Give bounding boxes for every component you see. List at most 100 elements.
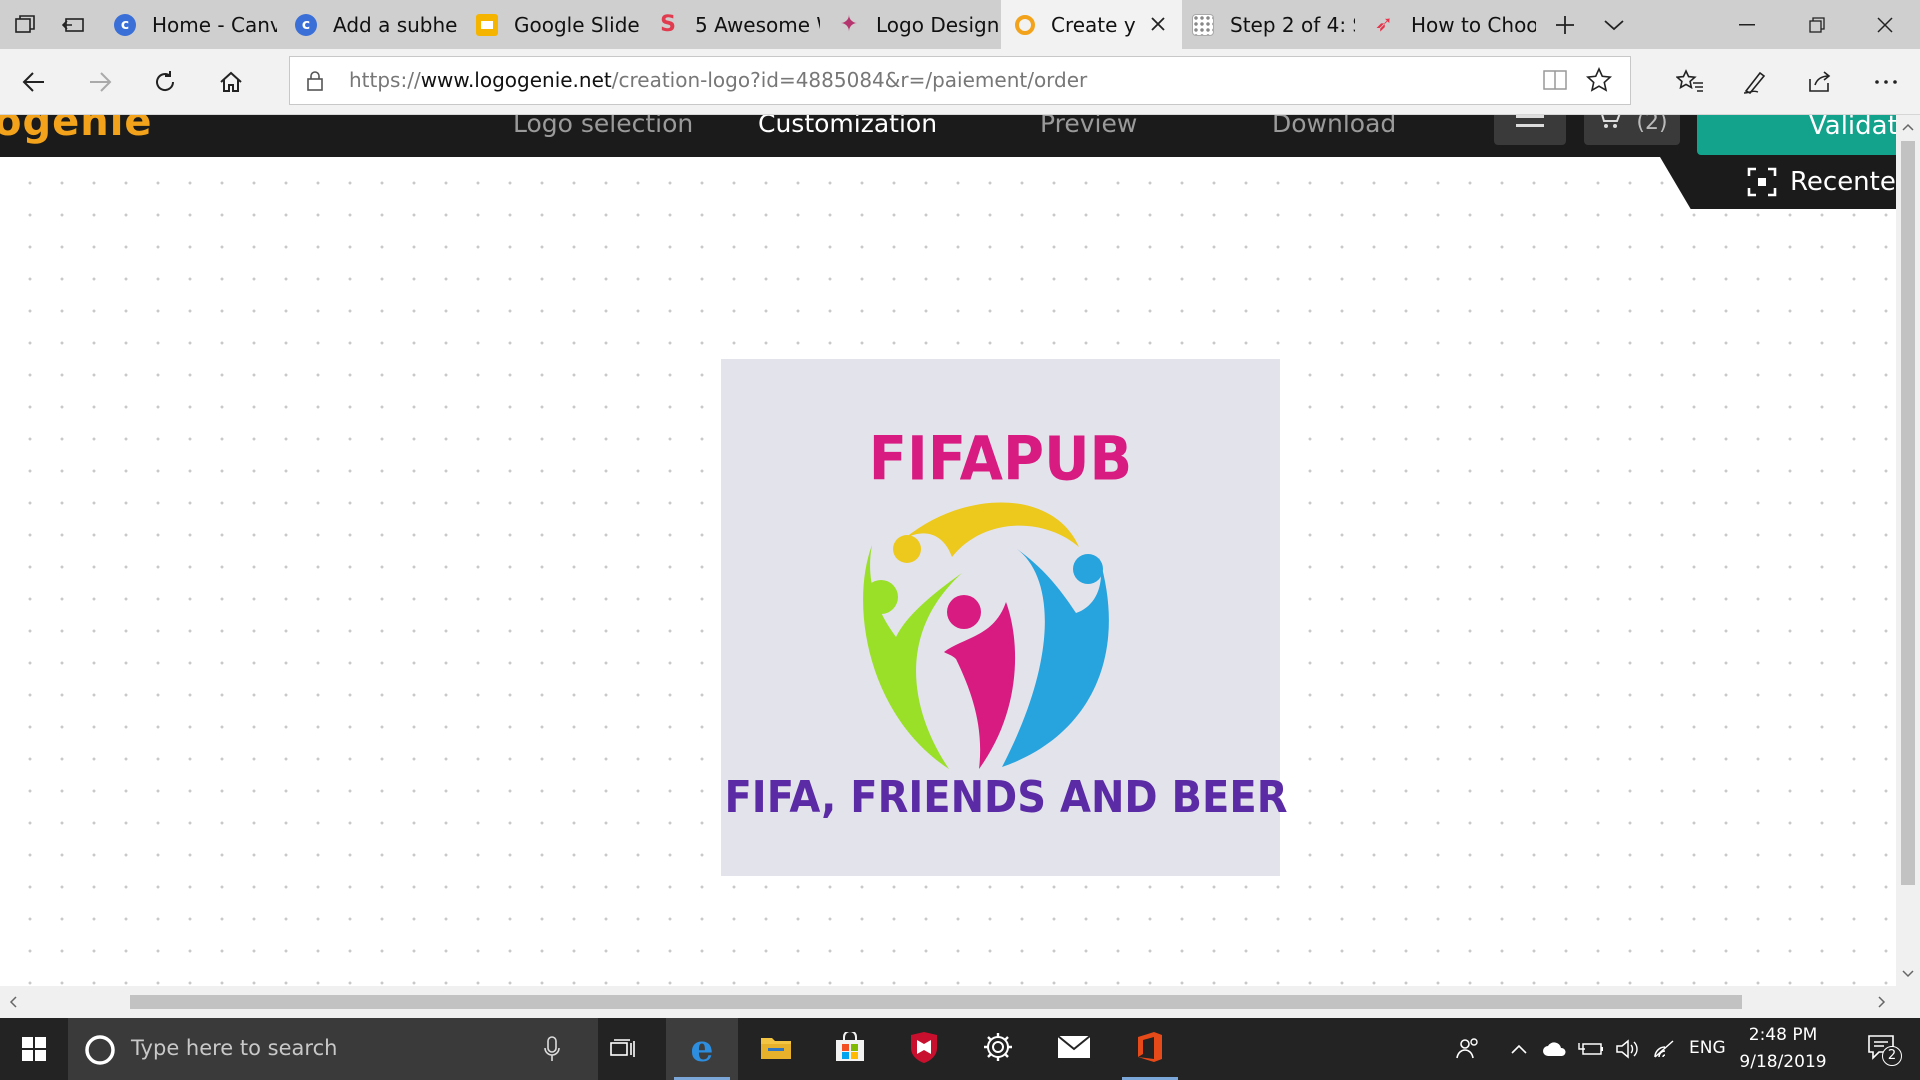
action-center-button[interactable]: 2	[1858, 1018, 1908, 1080]
magenta-figure-head	[947, 595, 981, 629]
back-icon[interactable]	[10, 58, 58, 106]
recenter-button[interactable]: Recenter	[1660, 157, 1896, 209]
tab-preview-chevron-icon[interactable]	[1595, 0, 1632, 49]
more-menu-icon[interactable]	[1862, 58, 1910, 106]
step-download[interactable]: Download	[1272, 115, 1396, 138]
cortana-icon	[84, 1034, 116, 1070]
tab-create-logo[interactable]: Create your logo	[1001, 0, 1182, 49]
settings-taskbar-button[interactable]	[962, 1018, 1034, 1080]
gear-icon	[982, 1031, 1014, 1067]
home-icon[interactable]	[207, 58, 255, 106]
office-taskbar-button[interactable]	[1114, 1018, 1186, 1080]
refresh-icon[interactable]	[141, 58, 189, 106]
tab-title: Create your logo	[1051, 12, 1136, 37]
horizontal-scrollbar[interactable]	[0, 986, 1920, 1018]
logo-canvas[interactable]: Recenter FIFAPUB FIFA, FRIENDS AND BEER	[0, 157, 1896, 986]
clock[interactable]: 2:48 PM 9/18/2019	[1735, 1018, 1831, 1080]
wifi-icon[interactable]	[1650, 1018, 1680, 1080]
step-logo-selection[interactable]: Logo selection	[513, 115, 693, 138]
recenter-icon	[1747, 167, 1777, 201]
vertical-scroll-thumb[interactable]	[1901, 141, 1915, 885]
web-note-pen-icon[interactable]	[1731, 58, 1779, 106]
url-domain: www.logogenie.net	[420, 68, 612, 92]
cart-count: (2)	[1636, 115, 1668, 135]
scroll-down-icon[interactable]	[1898, 964, 1918, 984]
yellow-figure-head	[893, 535, 921, 563]
canva-icon: c	[295, 13, 317, 36]
restore-icon[interactable]	[1784, 0, 1850, 49]
tab-manager-icon[interactable]	[6, 0, 43, 49]
office-icon	[1135, 1031, 1165, 1067]
taskbar-search-box[interactable]: Type here to search	[68, 1018, 598, 1080]
input-language[interactable]: ENG	[1689, 1038, 1726, 1058]
battery-icon[interactable]	[1576, 1018, 1606, 1080]
tab-google-slides[interactable]: Google Slides	[462, 0, 643, 49]
windows-start-icon[interactable]	[0, 1018, 68, 1080]
mail-envelope-icon	[1057, 1035, 1091, 1063]
tab-how-to-choose[interactable]: ➶ How to Choose	[1359, 0, 1540, 49]
clock-date: 9/18/2019	[1739, 1052, 1827, 1072]
url-path: /creation-logo?id=4885084&r=/paiement/or…	[611, 68, 1088, 92]
logo-tagline[interactable]: FIFA, FRIENDS AND BEER	[721, 773, 1291, 823]
mcafee-taskbar-button[interactable]	[888, 1018, 960, 1080]
people-icon[interactable]	[1448, 1018, 1488, 1080]
edge-taskbar-button[interactable]: e	[666, 1018, 738, 1080]
tab-add-subheading[interactable]: c Add a subheading	[281, 0, 462, 49]
logo-title[interactable]: FIFAPUB	[721, 424, 1280, 494]
reading-view-icon[interactable]	[1542, 68, 1568, 96]
people-circle-emblem[interactable]	[844, 487, 1144, 777]
menu-button[interactable]	[1494, 115, 1566, 145]
scroll-up-icon[interactable]	[1898, 117, 1918, 137]
url-field[interactable]: https://www.logogenie.net/creation-logo?…	[289, 56, 1631, 105]
show-hidden-icons-chevron-icon[interactable]	[1506, 1018, 1532, 1080]
hamburger-icon	[1516, 115, 1544, 135]
step-preview[interactable]: Preview	[1040, 115, 1137, 138]
mcafee-shield-icon	[909, 1031, 939, 1067]
notification-icon: 2	[1867, 1034, 1902, 1066]
share-icon[interactable]	[1796, 58, 1844, 106]
yellow-arc-shape	[904, 502, 1079, 557]
minimize-icon[interactable]	[1714, 0, 1780, 49]
url-text: https://www.logogenie.net/creation-logo?…	[349, 68, 1087, 92]
vertical-scrollbar[interactable]	[1896, 115, 1920, 986]
canva-icon: c	[114, 13, 136, 36]
scroll-left-icon[interactable]	[3, 992, 23, 1012]
task-view-icon[interactable]	[598, 1018, 648, 1080]
forward-icon[interactable]	[76, 58, 124, 106]
horizontal-scroll-thumb[interactable]	[130, 995, 1742, 1009]
close-tab-icon[interactable]	[1146, 12, 1170, 36]
rocket-icon: ➶	[1374, 12, 1394, 37]
address-bar: https://www.logogenie.net/creation-logo?…	[0, 49, 1920, 115]
tab-title: How to Choose	[1411, 12, 1536, 37]
clock-time: 2:48 PM	[1748, 1025, 1818, 1045]
site-header: ogenie Logo selection Customization Prev…	[0, 115, 1896, 157]
tab-logo-design[interactable]: ✦ Logo Design	[824, 0, 1005, 49]
close-window-icon[interactable]	[1852, 0, 1918, 49]
tab-step-2-of-4[interactable]: Step 2 of 4: S	[1178, 0, 1359, 49]
cart-button[interactable]: (2)	[1584, 115, 1680, 145]
volume-icon[interactable]	[1612, 1018, 1642, 1080]
store-bag-icon	[834, 1030, 866, 1066]
store-taskbar-button[interactable]	[814, 1018, 886, 1080]
tab-title: Add a subheading	[333, 12, 458, 37]
set-tabs-aside-icon[interactable]	[55, 0, 92, 49]
file-explorer-taskbar-button[interactable]	[740, 1018, 812, 1080]
add-favorite-star-icon[interactable]	[1585, 67, 1613, 97]
cart-icon	[1596, 115, 1622, 135]
tab-home-canva[interactable]: c Home - Canva	[100, 0, 281, 49]
green-figure-head	[864, 580, 898, 614]
tab-awesome-ways[interactable]: S 5 Awesome Ways	[643, 0, 824, 49]
mail-taskbar-button[interactable]	[1038, 1018, 1110, 1080]
green-figure-shape	[863, 545, 962, 769]
microphone-icon[interactable]	[544, 1036, 560, 1066]
tab-title: Step 2 of 4: S	[1230, 12, 1355, 37]
brand-logo[interactable]: ogenie	[0, 115, 153, 145]
onedrive-cloud-icon[interactable]	[1540, 1018, 1570, 1080]
favorites-hub-icon[interactable]	[1666, 58, 1714, 106]
logo-artboard[interactable]: FIFAPUB FIFA, FRIENDS AND BEER	[721, 359, 1288, 876]
scroll-right-icon[interactable]	[1872, 992, 1892, 1012]
step-customization[interactable]: Customization	[758, 115, 937, 138]
lock-icon[interactable]	[306, 70, 324, 96]
validate-button[interactable]: Validate	[1697, 115, 1896, 155]
new-tab-icon[interactable]	[1546, 0, 1583, 49]
